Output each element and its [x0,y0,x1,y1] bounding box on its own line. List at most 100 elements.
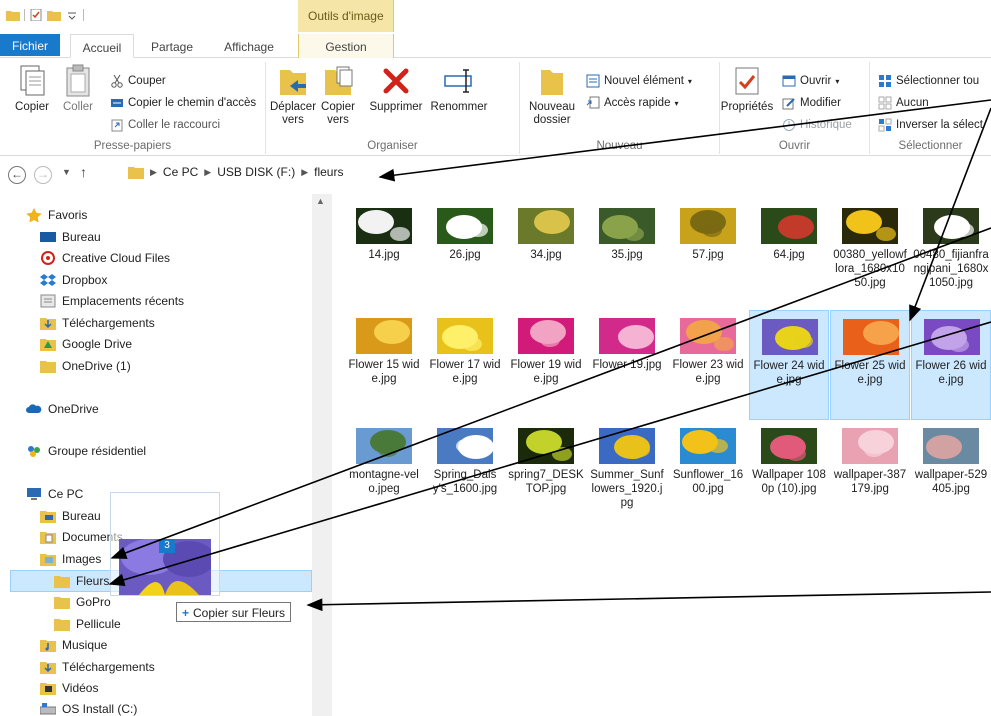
new-folder-button[interactable]: Nouveau dossier [524,64,580,127]
pictures-folder-icon [40,554,56,566]
nav-fav-onedrive-1[interactable]: OneDrive (1) [40,359,131,373]
copy-to-button[interactable]: Copier vers [318,64,358,127]
nav-fav-creative-cloud[interactable]: Creative Cloud Files [40,251,170,265]
nav-pc-videos[interactable]: Vidéos [40,681,98,695]
nav-pc-pellicule[interactable]: Pellicule [54,617,121,631]
file-item[interactable]: 00480_fijianfrangipani_1680x1050.jpg [911,200,991,310]
paste-button[interactable]: Coller [56,64,100,114]
nav-fav-bureau[interactable]: Bureau [40,230,101,244]
file-item[interactable]: montagne-velo.jpeg [344,420,424,530]
breadcrumb-this-pc[interactable]: Ce PC [163,165,198,179]
file-name: 64.jpg [773,249,805,261]
nav-label: Images [62,552,102,566]
nav-fav-dropbox[interactable]: Dropbox [40,273,107,287]
paste-shortcut-button[interactable]: Coller le raccourci [110,118,220,132]
nav-this-pc[interactable]: Ce PC [26,487,83,501]
edit-button[interactable]: Modifier [782,96,841,110]
file-item[interactable]: Summer_Sunflowers_1920.jpg [587,420,667,530]
properties-button[interactable]: Propriétés [720,64,774,114]
move-to-button[interactable]: Déplacer vers [270,64,316,127]
forward-button[interactable]: → [34,166,52,184]
properties-icon[interactable] [29,9,43,21]
file-item[interactable]: 26.jpg [425,200,505,310]
nav-pc-gopro[interactable]: GoPro [54,595,111,609]
copy-path-button[interactable]: Copier le chemin d'accès [110,96,256,110]
file-item[interactable]: Flower 25 wide.jpg [830,310,910,420]
cut-button[interactable]: Couper [110,74,166,88]
invert-selection-label: Inverser la sélect [896,119,983,131]
breadcrumb-fleurs[interactable]: fleurs [314,165,343,179]
nav-pc-os-install[interactable]: OS Install (C:) [40,702,137,716]
up-arrow-icon[interactable]: ↑ [80,164,87,180]
file-name: 00380_yellowflora_1680x1050.jpg [833,249,907,289]
file-item[interactable]: 35.jpg [587,200,667,310]
file-item[interactable]: Wallpaper 1080p (10).jpg [749,420,829,530]
qat-dropdown-icon[interactable] [65,9,79,21]
nav-favorites-label: Favoris [48,208,88,222]
select-all-button[interactable]: Sélectionner tou [878,74,979,88]
select-group-label: Sélectionner [898,140,963,152]
rename-button[interactable]: Renommer [426,64,492,114]
tab-file[interactable]: Fichier [0,34,60,56]
delete-button[interactable]: Supprimer [366,64,426,114]
file-item[interactable]: Flower 17 wide.jpg [425,310,505,420]
select-none-button[interactable]: Aucun [878,96,929,110]
history-button[interactable]: Historique [782,118,852,132]
open-button[interactable]: Ouvrir ▾ [782,74,839,88]
tab-home[interactable]: Accueil [70,34,134,58]
scroll-up-icon[interactable]: ▲ [316,196,325,206]
breadcrumb-usb-disk[interactable]: USB DISK (F:) [217,165,295,179]
new-item-icon [586,74,600,88]
tab-view[interactable]: Affichage [212,34,286,58]
file-item[interactable]: spring7_DESKTOP.jpg [506,420,586,530]
easy-access-button[interactable]: Accès rapide ▾ [586,96,679,110]
nav-fav-recent[interactable]: Emplacements récents [40,294,184,308]
tab-manage[interactable]: Gestion [298,34,394,58]
nav-fav-downloads[interactable]: Téléchargements [40,316,155,330]
nav-fav-google-drive[interactable]: Google Drive [40,337,132,351]
tab-share[interactable]: Partage [140,34,204,58]
nav-pc-images[interactable]: Images [40,552,101,566]
file-name: wallpaper-387179.jpg [833,469,907,495]
new-folder-icon [541,70,563,95]
folder-icon[interactable] [6,9,20,21]
invert-selection-button[interactable]: Inverser la sélect [878,118,983,132]
file-item[interactable]: Flower 19.jpg [587,310,667,420]
file-item[interactable]: 00380_yellowflora_1680x1050.jpg [830,200,910,310]
nav-pc-fleurs[interactable]: Fleurs [54,574,109,588]
nav-homegroup[interactable]: Groupe résidentiel [26,444,146,458]
copy-button[interactable]: Copier [12,64,52,114]
nav-favorites[interactable]: Favoris [26,208,87,222]
new-folder-icon[interactable] [47,9,61,21]
nav-scrollbar[interactable]: ▲ [312,194,332,716]
desktop-icon [40,232,56,242]
file-item[interactable]: Flower 23 wide.jpg [668,310,748,420]
copy-to-label: Copier vers [321,101,355,126]
desktop-folder-icon [40,511,56,523]
file-item[interactable]: 14.jpg [344,200,424,310]
back-button[interactable]: ← [8,166,26,184]
file-item[interactable]: wallpaper-529405.jpg [911,420,991,530]
nav-label: Téléchargements [62,660,155,674]
file-item[interactable]: wallpaper-387179.jpg [830,420,910,530]
open-icon [782,75,796,87]
file-item[interactable]: Sunflower_1600.jpg [668,420,748,530]
file-item[interactable]: Flower 19 wide.jpg [506,310,586,420]
nav-onedrive[interactable]: OneDrive [26,402,99,416]
file-item[interactable]: 64.jpg [749,200,829,310]
file-item[interactable]: Spring_Daisy's_1600.jpg [425,420,505,530]
new-item-button[interactable]: Nouvel élément ▾ [586,74,692,88]
clipboard-group: Copier Coller Couper Copier le chemin d'… [0,62,266,154]
nav-pc-downloads[interactable]: Téléchargements [40,660,155,674]
nav-pc-bureau[interactable]: Bureau [40,509,101,523]
file-item[interactable]: 34.jpg [506,200,586,310]
nav-pc-musique[interactable]: Musique [40,638,107,652]
image-thumbnail [599,318,655,354]
downloads-folder-icon [40,318,56,330]
file-item[interactable]: Flower 26 wide.jpg [911,310,991,420]
file-item[interactable]: Flower 15 wide.jpg [344,310,424,420]
properties-label: Propriétés [720,101,774,113]
recent-locations-icon[interactable]: ▼ [62,167,71,177]
file-item[interactable]: Flower 24 wide.jpg [749,310,829,420]
file-item[interactable]: 57.jpg [668,200,748,310]
